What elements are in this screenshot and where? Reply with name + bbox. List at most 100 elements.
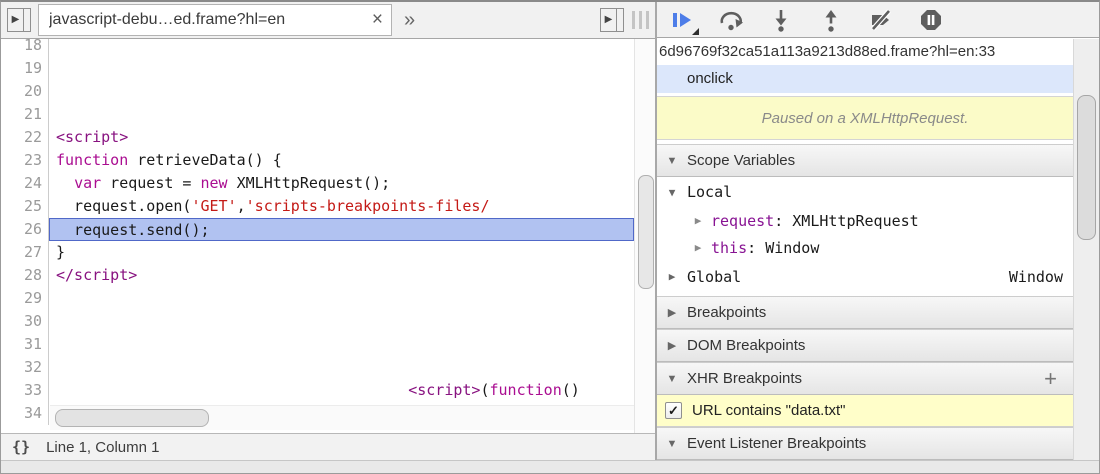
section-header-dom-breakpoints[interactable]: ▶ DOM Breakpoints (657, 329, 1073, 362)
step-into-button[interactable] (765, 6, 797, 34)
resume-button[interactable] (665, 6, 697, 34)
code-line-24: 24 var request = new XMLHttpRequest(); (1, 172, 655, 195)
code-line-27: 27} (1, 241, 655, 264)
more-tabs-chevron-icon[interactable]: » (404, 9, 415, 32)
drag-grip-icon[interactable] (632, 11, 649, 29)
code-text[interactable]: function retrieveData() { (49, 149, 634, 172)
chevron-down-icon: ▼ (665, 155, 679, 167)
add-xhr-breakpoint-button[interactable]: + (1044, 369, 1065, 389)
code-text[interactable]: <script>(function() (49, 379, 634, 402)
editor-horizontal-scrollbar-thumb[interactable] (55, 409, 209, 427)
pretty-print-icon[interactable]: {} (12, 438, 30, 456)
code-text[interactable]: request.open('GET','scripts-breakpoints-… (49, 195, 634, 218)
debugger-toolbar (657, 2, 1100, 38)
step-out-button[interactable] (815, 6, 847, 34)
xhr-checkbox[interactable]: ✓ (665, 402, 682, 419)
code-text[interactable]: </script> (49, 264, 634, 287)
line-number-gutter[interactable]: 34 (1, 402, 49, 425)
code-text[interactable] (49, 103, 634, 126)
line-number-gutter[interactable]: 24 (1, 172, 49, 195)
code-text[interactable] (49, 310, 634, 333)
window-bottom-edge (1, 460, 1100, 474)
scope-property-row[interactable]: ▶ this: Window (657, 234, 1073, 261)
call-stack-frame-selected[interactable]: onclick (657, 65, 1073, 93)
step-over-icon (718, 8, 744, 32)
line-number-gutter[interactable]: 19 (1, 57, 49, 80)
code-text[interactable] (49, 57, 634, 80)
code-line-25: 25 request.open('GET','scripts-breakpoin… (1, 195, 655, 218)
xhr-breakpoint-label: URL contains "data.txt" (692, 402, 846, 419)
scope-property-row[interactable]: ▶ request: XMLHttpRequest (657, 207, 1073, 234)
line-number-gutter[interactable]: 29 (1, 287, 49, 310)
section-header-breakpoints[interactable]: ▶ Breakpoints (657, 296, 1073, 329)
code-editor[interactable]: 1819202122<script>23function retrieveDat… (1, 39, 655, 433)
debugger-sidebar: 6d96769f32ca51a113a9213d88ed.frame?hl=en… (657, 39, 1073, 460)
call-stack-location: 6d96769f32ca51a113a9213d88ed.frame?hl=en… (657, 39, 1073, 65)
editor-vertical-scrollbar-thumb[interactable] (638, 175, 654, 289)
code-line-18: 18 (1, 39, 655, 57)
close-icon[interactable]: × (372, 12, 383, 28)
execution-line[interactable]: request.send(); (49, 218, 634, 241)
chevron-down-icon: ▼ (665, 186, 679, 199)
devtools-sources-panel: ▶ javascript-debu…ed.frame?hl=en × » ▶ 1… (0, 0, 1100, 474)
show-debugger-panel-icon[interactable]: ▶ (600, 8, 624, 32)
line-number-gutter[interactable]: 26 (1, 218, 49, 241)
editor-tab-bar: ▶ javascript-debu…ed.frame?hl=en × » ▶ (1, 2, 655, 39)
code-line-28: 28</script> (1, 264, 655, 287)
code-line-20: 20 (1, 80, 655, 103)
tab-title: javascript-debu…ed.frame?hl=en (49, 11, 366, 29)
section-label: Scope Variables (687, 152, 795, 169)
pause-on-exceptions-button[interactable] (915, 6, 947, 34)
tab-bar-right-controls: ▶ (594, 2, 649, 38)
line-number-gutter[interactable]: 30 (1, 310, 49, 333)
pause-on-exceptions-icon (919, 8, 943, 32)
code-text[interactable] (49, 356, 634, 379)
editor-vertical-scrollbar[interactable] (634, 39, 655, 433)
chevron-down-icon: ▼ (665, 438, 679, 450)
code-line-33: 33 <script>(function() (1, 379, 655, 402)
line-number-gutter[interactable]: 23 (1, 149, 49, 172)
code-text[interactable] (49, 287, 634, 310)
section-header-xhr-breakpoints[interactable]: ▼ XHR Breakpoints + (657, 362, 1073, 395)
sidebar-vertical-scrollbar-thumb[interactable] (1077, 95, 1096, 240)
scope-local-row[interactable]: ▼ Local (657, 177, 1073, 207)
property-value: XMLHttpRequest (792, 212, 918, 230)
scope-global-row[interactable]: ▶ Global Window (657, 261, 1073, 292)
property-name: this (711, 239, 747, 257)
section-label: XHR Breakpoints (687, 370, 802, 387)
editor-status-bar: {} Line 1, Column 1 (1, 433, 655, 460)
line-number-gutter[interactable]: 31 (1, 333, 49, 356)
code-line-31: 31 (1, 333, 655, 356)
line-number-gutter[interactable]: 21 (1, 103, 49, 126)
line-number-gutter[interactable]: 27 (1, 241, 49, 264)
chevron-right-icon: ▶ (665, 306, 679, 319)
line-number-gutter[interactable]: 28 (1, 264, 49, 287)
debugger-play-glyph: ▶ (601, 9, 616, 31)
code-text[interactable]: var request = new XMLHttpRequest(); (49, 172, 634, 195)
tab-source-file[interactable]: javascript-debu…ed.frame?hl=en × (38, 4, 392, 36)
code-text[interactable]: } (49, 241, 634, 264)
section-header-scope-variables[interactable]: ▼ Scope Variables (657, 144, 1073, 177)
line-number-gutter[interactable]: 18 (1, 39, 49, 57)
sidebar-vertical-scrollbar[interactable] (1073, 39, 1099, 460)
editor-horizontal-scrollbar[interactable] (50, 405, 634, 430)
step-over-button[interactable] (715, 6, 747, 34)
code-line-19: 19 (1, 57, 655, 80)
code-text[interactable] (49, 80, 634, 103)
code-text[interactable]: <script> (49, 126, 634, 149)
line-number-gutter[interactable]: 33 (1, 379, 49, 402)
code-text[interactable] (49, 333, 634, 356)
line-number-gutter[interactable]: 22 (1, 126, 49, 149)
resume-icon (669, 8, 693, 32)
section-header-event-listener-breakpoints[interactable]: ▼ Event Listener Breakpoints (657, 427, 1073, 460)
line-number-gutter[interactable]: 25 (1, 195, 49, 218)
show-navigator-icon[interactable]: ▶ (7, 8, 31, 32)
deactivate-breakpoints-button[interactable] (865, 6, 897, 34)
line-number-gutter[interactable]: 32 (1, 356, 49, 379)
section-label: Breakpoints (687, 304, 766, 321)
navigator-icon-cell (24, 9, 30, 31)
deactivate-breakpoints-icon (869, 8, 893, 32)
line-number-gutter[interactable]: 20 (1, 80, 49, 103)
code-text[interactable] (49, 39, 634, 57)
resume-longpress-indicator (692, 28, 699, 35)
